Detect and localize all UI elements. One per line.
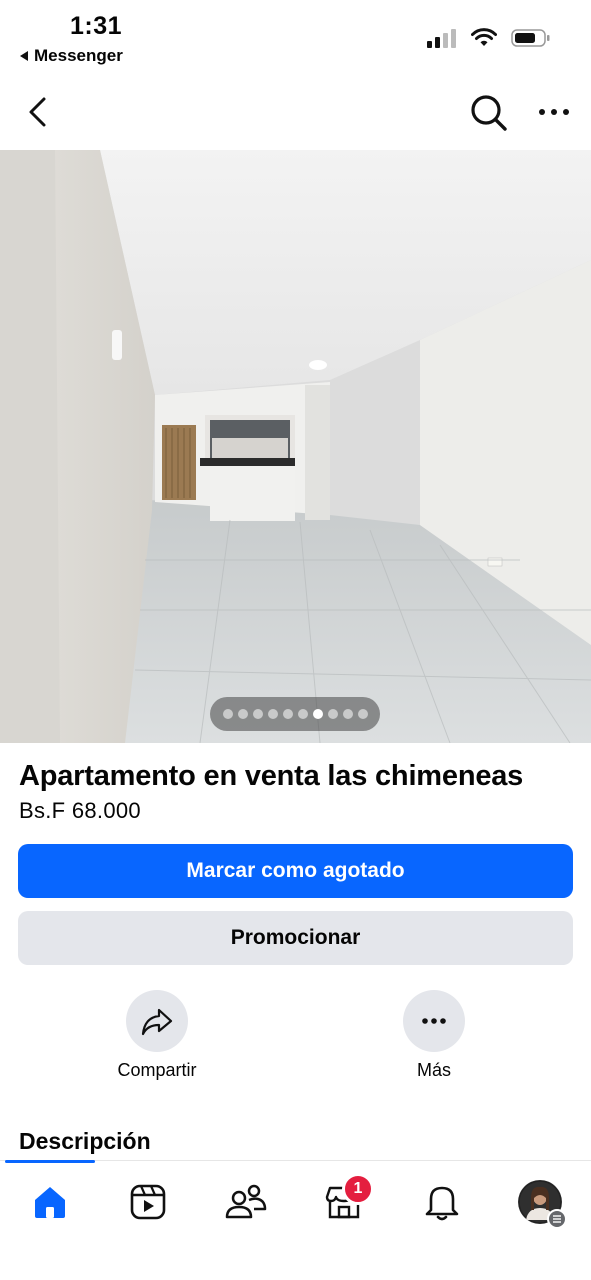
pager-dot [252,709,263,719]
search-button[interactable] [466,90,510,134]
home-icon [35,1187,65,1218]
share-label: Compartir [117,1060,197,1080]
marketplace-badge: 1 [342,1173,374,1205]
mark-sold-button[interactable]: Marcar como agotado [18,844,573,898]
share-action[interactable]: Compartir [97,990,217,1081]
photo-pager[interactable] [210,697,380,731]
signal-icon [427,29,456,48]
tab-video[interactable] [118,1177,178,1227]
pager-dot [282,709,293,719]
friends-icon [225,1184,267,1219]
back-app-label: Messenger [34,46,123,65]
more-button[interactable] [403,990,465,1052]
active-tab-indicator [5,1160,95,1163]
more-options-button[interactable] [532,92,576,132]
wifi-icon [471,28,497,46]
status-bar: 1:31 Messenger [0,0,591,76]
chevron-left-icon [29,97,46,127]
bottom-tab-bar: 1 [0,1160,591,1280]
pager-dot [357,709,368,719]
pager-dot [237,709,248,719]
tab-friends[interactable] [216,1177,276,1227]
listing-price: Bs.F 68.000 [19,798,141,823]
tab-profile[interactable] [510,1177,570,1229]
status-icons [427,28,551,48]
back-button[interactable] [20,92,60,132]
battery-icon [511,29,550,47]
apartment-photo [0,150,591,743]
video-icon [130,1184,166,1220]
listing-title: Apartamento en venta las chimeneas [19,760,524,792]
pager-dot [312,709,323,719]
back-to-app-link[interactable]: Messenger [20,46,123,66]
more-horizontal-icon [539,109,569,115]
promote-button[interactable]: Promocionar [18,911,573,965]
pager-dot [222,709,233,719]
share-icon [141,1008,173,1036]
pager-dot [267,709,278,719]
more-horizontal-icon [422,1018,446,1024]
pager-dot [327,709,338,719]
tab-home[interactable] [20,1177,80,1227]
menu-icon [547,1209,567,1229]
profile-avatar [518,1180,567,1229]
pager-dot [297,709,308,719]
more-action[interactable]: Más [374,990,494,1081]
status-time: 1:31 [70,12,123,40]
pager-dot [342,709,353,719]
back-triangle-icon [20,51,28,61]
search-icon [471,95,507,131]
tab-notifications[interactable] [412,1177,472,1227]
share-button[interactable] [126,990,188,1052]
listing-photo[interactable] [0,150,591,743]
bell-icon [425,1186,459,1221]
more-label: Más [416,1060,451,1080]
description-heading: Descripción [19,1128,151,1154]
nav-header [0,80,591,146]
